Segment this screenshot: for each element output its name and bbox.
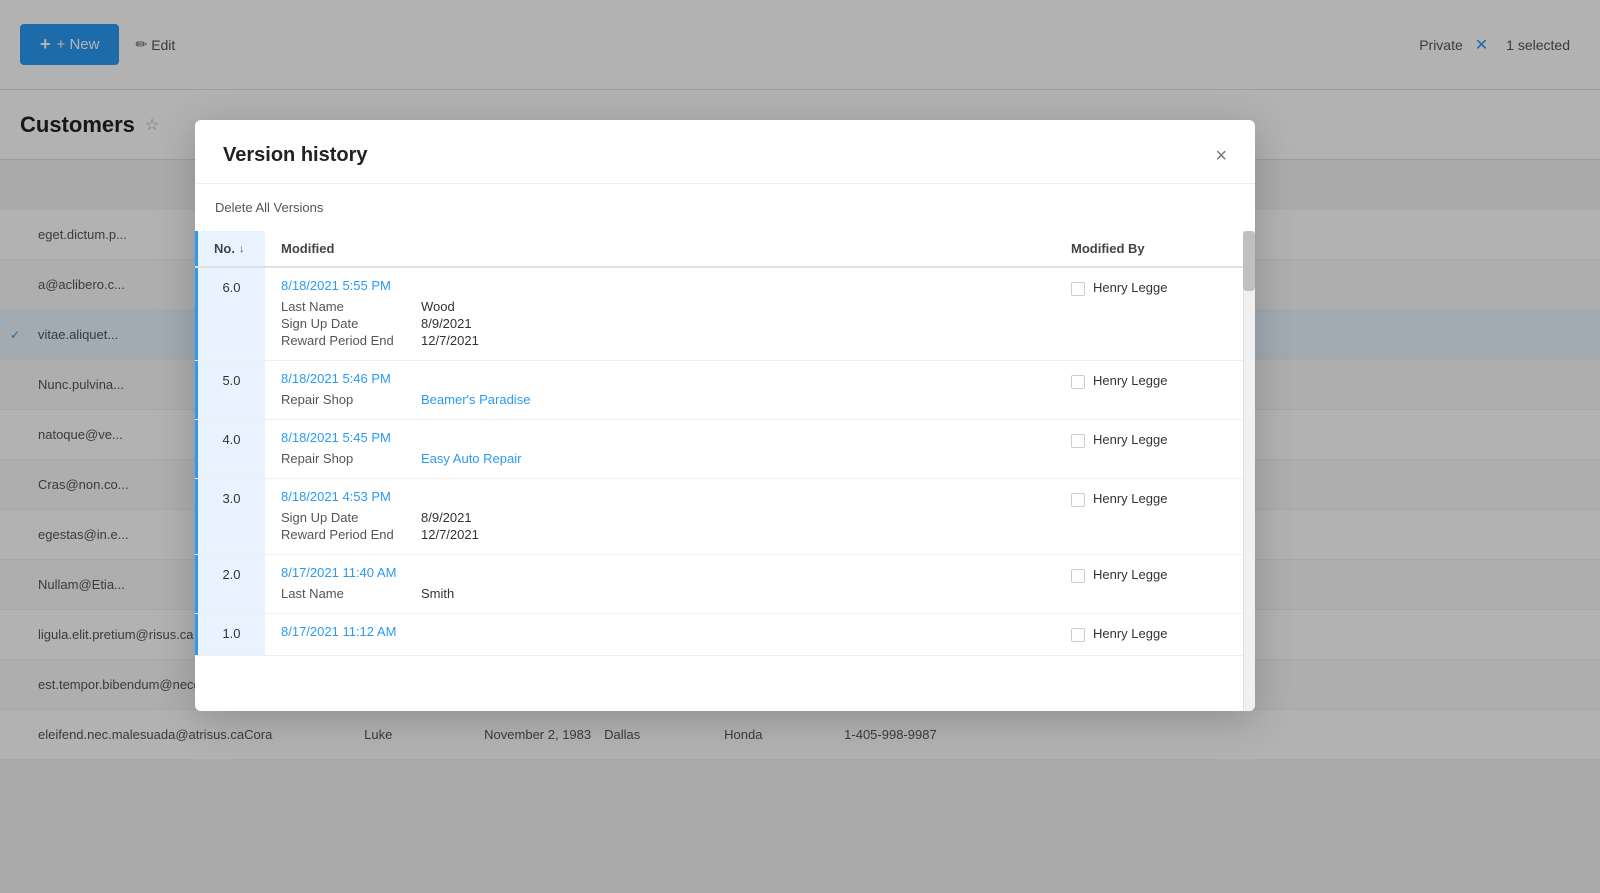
version-content: 8/18/2021 5:46 PM Repair Shop Beamer's P…: [265, 361, 1055, 419]
version-change: Last Name Smith: [281, 586, 1039, 601]
version-number: 1.0: [195, 614, 265, 655]
version-date[interactable]: 8/18/2021 4:53 PM: [281, 489, 1039, 504]
version-history-table-wrap: No. ↓ Modified Modified By 6.0 8/18/2021…: [195, 231, 1255, 711]
version-change: Reward Period End 12/7/2021: [281, 527, 1039, 542]
modal-body: Delete All Versions No. ↓ Modified Modif…: [195, 184, 1255, 711]
version-modified-by: Henry Legge: [1055, 479, 1255, 554]
version-number: 6.0: [195, 268, 265, 360]
version-checkbox[interactable]: [1071, 375, 1085, 389]
version-checkbox[interactable]: [1071, 282, 1085, 296]
version-date[interactable]: 8/18/2021 5:46 PM: [281, 371, 1039, 386]
version-content: 8/18/2021 5:45 PM Repair Shop Easy Auto …: [265, 420, 1055, 478]
version-row: 5.0 8/18/2021 5:46 PM Repair Shop Beamer…: [195, 361, 1255, 420]
version-content: 8/17/2021 11:40 AM Last Name Smith: [265, 555, 1055, 613]
version-date[interactable]: 8/17/2021 11:12 AM: [281, 624, 1039, 639]
version-change: Repair Shop Beamer's Paradise: [281, 392, 1039, 407]
version-change: Sign Up Date 8/9/2021: [281, 510, 1039, 525]
version-modified-by: Henry Legge: [1055, 555, 1255, 613]
modal-title: Version history: [223, 144, 368, 167]
version-modified-by: Henry Legge: [1055, 361, 1255, 419]
version-date[interactable]: 8/18/2021 5:55 PM: [281, 278, 1039, 293]
delete-all-versions-button[interactable]: Delete All Versions: [215, 200, 323, 215]
version-change: Sign Up Date 8/9/2021: [281, 316, 1039, 331]
version-row: 3.0 8/18/2021 4:53 PM Sign Up Date 8/9/2…: [195, 479, 1255, 555]
version-number: 4.0: [195, 420, 265, 478]
modified-label: Modified: [281, 241, 334, 256]
version-change: Repair Shop Easy Auto Repair: [281, 451, 1039, 466]
version-row: 4.0 8/18/2021 5:45 PM Repair Shop Easy A…: [195, 420, 1255, 479]
version-checkbox[interactable]: [1071, 628, 1085, 642]
version-content: 8/17/2021 11:12 AM: [265, 614, 1055, 655]
version-number: 3.0: [195, 479, 265, 554]
column-header-modified-by[interactable]: Modified By: [1055, 231, 1255, 266]
version-modified-by: Henry Legge: [1055, 420, 1255, 478]
version-history-modal: Version history × Delete All Versions No…: [195, 120, 1255, 711]
version-change: Reward Period End 12/7/2021: [281, 333, 1039, 348]
version-checkbox[interactable]: [1071, 493, 1085, 507]
version-date[interactable]: 8/18/2021 5:45 PM: [281, 430, 1039, 445]
version-content: 8/18/2021 5:55 PM Last Name Wood Sign Up…: [265, 268, 1055, 360]
version-modified-by: Henry Legge: [1055, 268, 1255, 360]
no-label: No.: [214, 241, 235, 256]
modal-close-button[interactable]: ×: [1215, 146, 1227, 166]
version-number: 5.0: [195, 361, 265, 419]
scrollbar[interactable]: [1243, 231, 1255, 711]
column-header-modified[interactable]: Modified: [265, 231, 1055, 266]
version-change: Last Name Wood: [281, 299, 1039, 314]
version-date[interactable]: 8/17/2021 11:40 AM: [281, 565, 1039, 580]
version-checkbox[interactable]: [1071, 434, 1085, 448]
sort-icon: ↓: [239, 243, 245, 255]
version-row: 6.0 8/18/2021 5:55 PM Last Name Wood Sig…: [195, 268, 1255, 361]
version-number: 2.0: [195, 555, 265, 613]
version-row: 2.0 8/17/2021 11:40 AM Last Name Smith H…: [195, 555, 1255, 614]
modal-header: Version history ×: [195, 120, 1255, 184]
version-history-header: No. ↓ Modified Modified By: [195, 231, 1255, 268]
version-modified-by: Henry Legge: [1055, 614, 1255, 655]
version-row: 1.0 8/17/2021 11:12 AM Henry Legge: [195, 614, 1255, 656]
version-checkbox[interactable]: [1071, 569, 1085, 583]
column-header-no[interactable]: No. ↓: [195, 231, 265, 266]
scrollbar-thumb[interactable]: [1243, 231, 1255, 291]
modified-by-label: Modified By: [1071, 241, 1145, 256]
version-content: 8/18/2021 4:53 PM Sign Up Date 8/9/2021 …: [265, 479, 1055, 554]
